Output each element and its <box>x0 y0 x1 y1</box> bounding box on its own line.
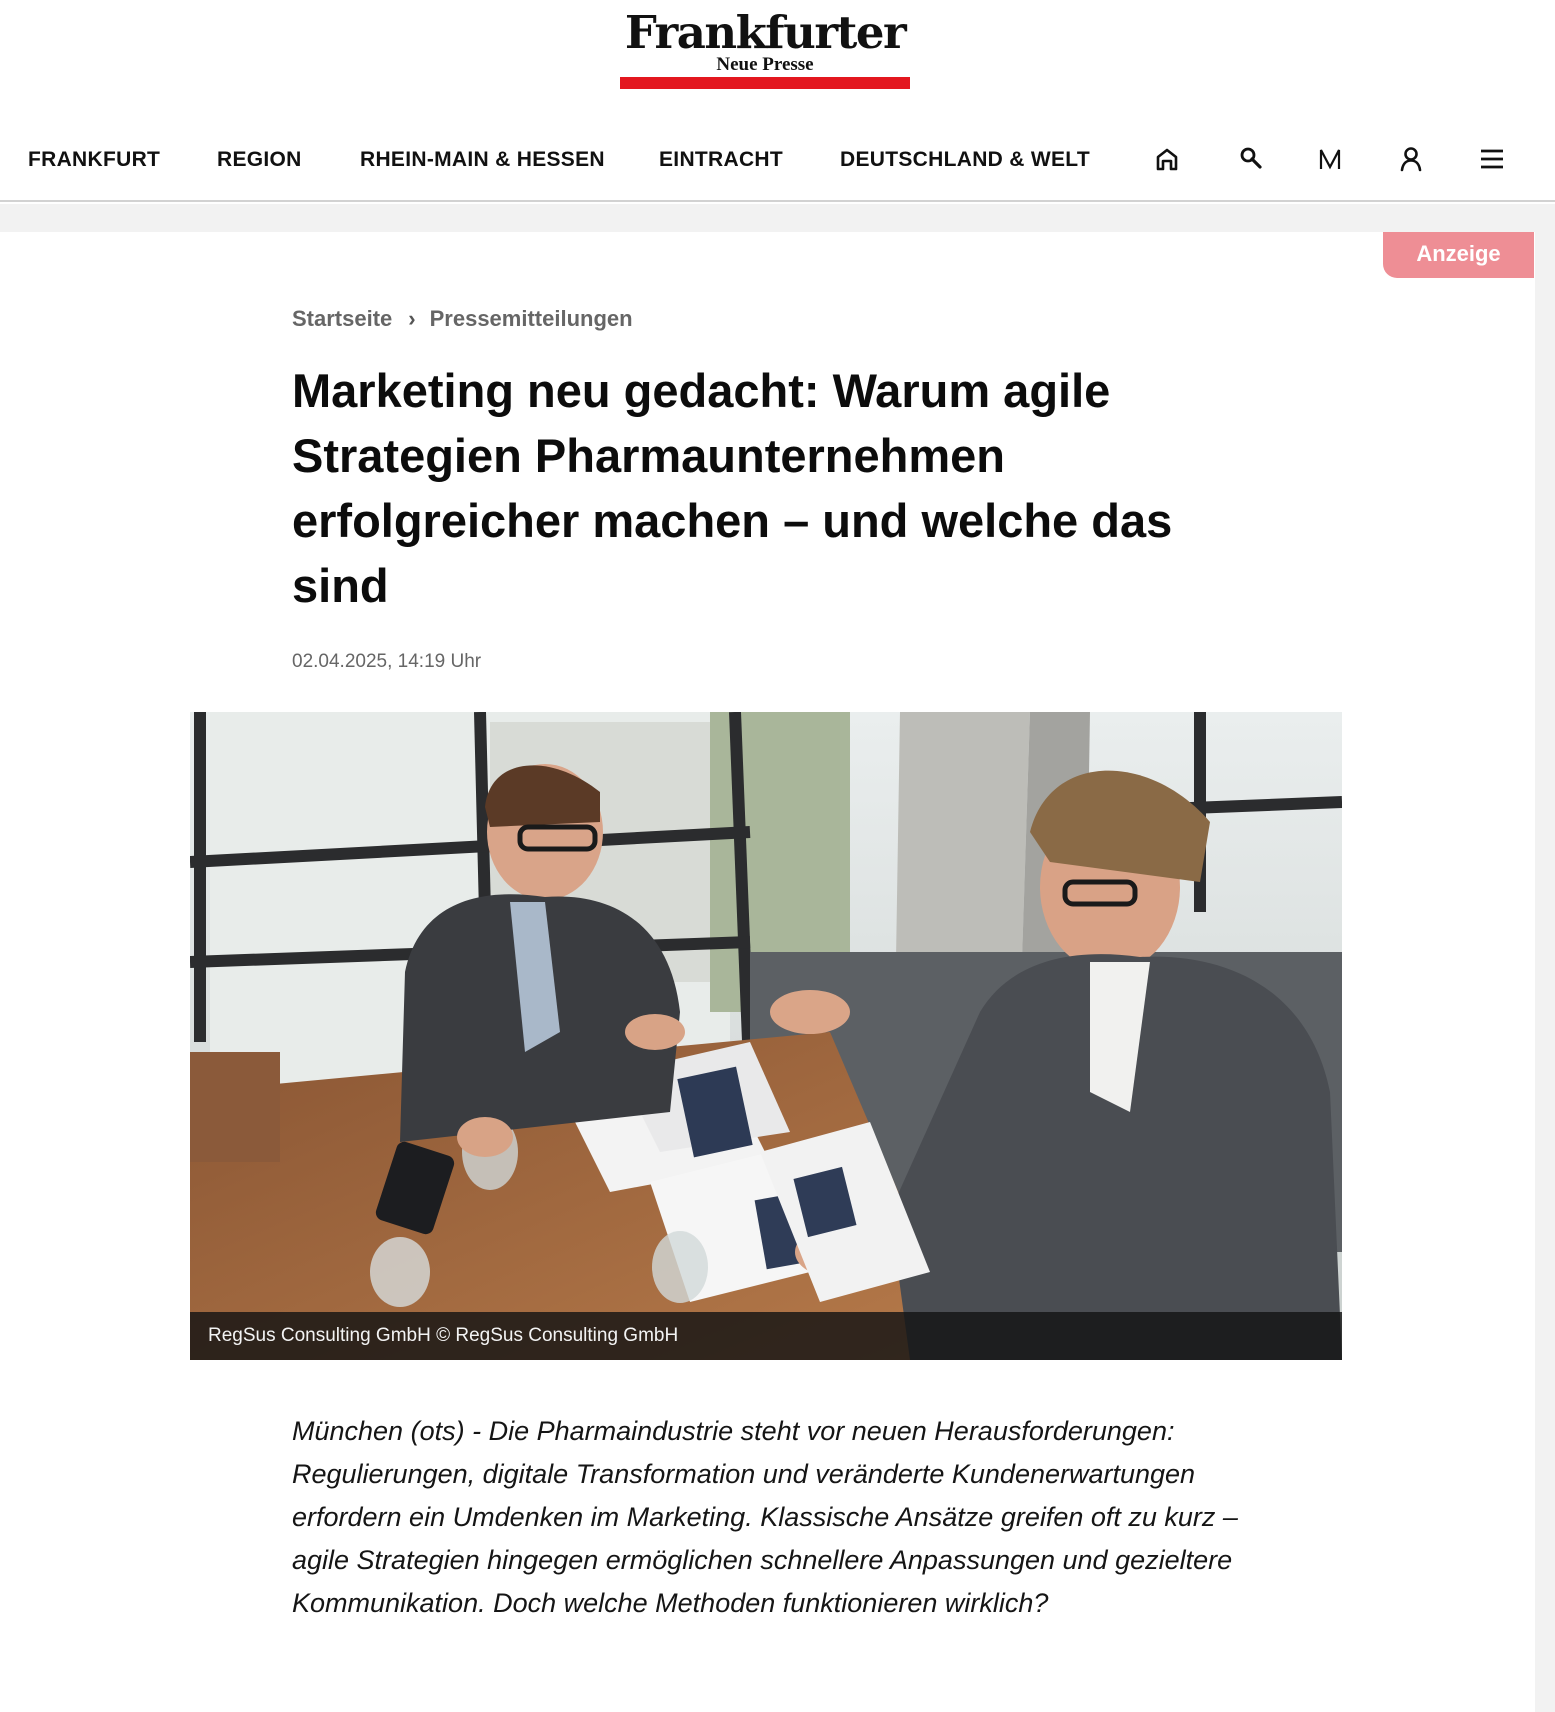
logo-wordmark: Frankfurter <box>624 6 907 59</box>
right-gutter <box>1535 232 1555 1712</box>
site-header: Frankfurter Neue Presse <box>0 0 1555 110</box>
nav-item-region[interactable]: REGION <box>217 148 302 172</box>
menu-icon[interactable] <box>1473 140 1511 178</box>
nav-item-deutschland-welt[interactable]: DEUTSCHLAND & WELT <box>840 148 1090 172</box>
chevron-right-icon: › <box>408 306 416 331</box>
logo-red-bar <box>620 77 910 89</box>
ad-strip <box>0 204 1555 232</box>
search-icon[interactable] <box>1232 140 1270 178</box>
meeting-photo <box>190 712 1342 1360</box>
nav-item-eintracht[interactable]: EINTRACHT <box>659 148 783 172</box>
breadcrumb-section[interactable]: Pressemitteilungen <box>430 306 633 331</box>
article-title: Marketing neu gedacht: Warum agile Strat… <box>292 364 1173 612</box>
article-date: 02.04.2025, 14:19 Uhr <box>292 651 482 672</box>
image-caption: RegSus Consulting GmbH © RegSus Consulti… <box>190 1312 1342 1360</box>
ad-badge[interactable]: Anzeige <box>1383 232 1534 278</box>
logo-subline: Neue Presse <box>716 54 814 75</box>
breadcrumb: Startseite › Pressemitteilungen <box>292 306 633 336</box>
main-navigation: FRANKFURT REGION RHEIN-MAIN & HESSEN EIN… <box>0 118 1555 202</box>
home-icon[interactable] <box>1148 140 1186 178</box>
nav-item-rhein-main-hessen[interactable]: RHEIN-MAIN & HESSEN <box>360 148 605 172</box>
breadcrumb-home[interactable]: Startseite <box>292 306 392 331</box>
article-lead: München (ots) - Die Pharmaindustrie steh… <box>292 1416 1238 1618</box>
article-hero-image[interactable]: RegSus Consulting GmbH © RegSus Consulti… <box>190 712 1342 1360</box>
site-logo[interactable]: Frankfurter Neue Presse <box>620 8 910 90</box>
m-icon[interactable] <box>1311 140 1349 178</box>
user-icon[interactable] <box>1392 140 1430 178</box>
nav-item-frankfurt[interactable]: FRANKFURT <box>28 148 160 172</box>
